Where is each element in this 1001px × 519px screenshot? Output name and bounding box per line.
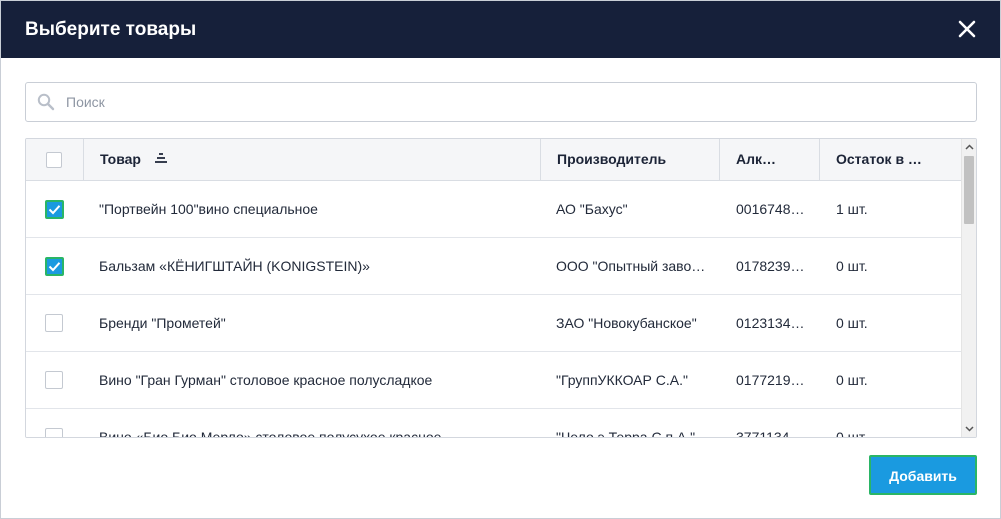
dialog-title: Выберите товары bbox=[25, 19, 197, 40]
products-table: Товар Производитель Алк… Остаток в … "По… bbox=[25, 138, 977, 438]
row-checkbox[interactable] bbox=[45, 428, 63, 437]
column-header-product-label: Товар bbox=[100, 151, 141, 167]
row-manufacturer: ООО "Опытный заво… bbox=[556, 258, 706, 274]
scrollbar-thumb[interactable] bbox=[964, 156, 974, 224]
column-header-manufacturer[interactable]: Производитель bbox=[540, 139, 720, 180]
scroll-down-icon[interactable] bbox=[965, 424, 974, 433]
row-stock: 1 шт. bbox=[836, 201, 868, 217]
row-alc-code: 0177219… bbox=[736, 372, 805, 388]
add-button[interactable]: Добавить bbox=[869, 455, 977, 495]
row-product-name: Вино «Био Био Мерло» столовое полусухое … bbox=[99, 429, 442, 437]
row-manufacturer: ЗАО "Новокубанское" bbox=[556, 315, 697, 331]
search-box[interactable] bbox=[25, 82, 977, 122]
column-header-product[interactable]: Товар bbox=[83, 139, 541, 180]
table-row[interactable]: Бальзам «КЁНИГШТАЙН (KONIGSTEIN)» ООО "Оп… bbox=[26, 238, 961, 295]
search-icon bbox=[37, 93, 55, 111]
row-stock: 0 шт. bbox=[836, 258, 868, 274]
row-product-name: "Портвейн 100"вино специальное bbox=[99, 201, 318, 217]
table-scrollbar[interactable] bbox=[961, 139, 976, 437]
row-alc-code: 0016748… bbox=[736, 201, 805, 217]
table-header: Товар Производитель Алк… Остаток в … bbox=[26, 139, 961, 181]
row-alc-code: 3771134… bbox=[736, 429, 804, 437]
table-body: "Портвейн 100"вино специальное АО "Бахус"… bbox=[26, 181, 961, 437]
row-product-name: Вино "Гран Гурман" столовое красное полу… bbox=[99, 372, 433, 388]
row-manufacturer: "Чело э Терра С.п.А." bbox=[556, 429, 696, 437]
column-header-stock[interactable]: Остаток в … bbox=[819, 139, 961, 180]
close-button[interactable] bbox=[956, 18, 978, 40]
select-products-dialog: Выберите товары Товар Производитель bbox=[0, 0, 1001, 519]
row-checkbox[interactable] bbox=[45, 200, 64, 219]
row-alc-code: 0123134… bbox=[736, 315, 805, 331]
checkmark-icon bbox=[48, 262, 61, 272]
table-row[interactable]: Вино «Био Био Мерло» столовое полусухое … bbox=[26, 409, 961, 437]
table-row[interactable]: Бренди "Прометей" ЗАО "Новокубанское" 0123… bbox=[26, 295, 961, 352]
scroll-up-icon[interactable] bbox=[965, 143, 974, 152]
row-stock: 0 шт. bbox=[836, 429, 868, 437]
select-all-checkbox[interactable] bbox=[46, 152, 62, 168]
table-row[interactable]: Вино "Гран Гурман" столовое красное полу… bbox=[26, 352, 961, 409]
row-checkbox[interactable] bbox=[45, 257, 64, 276]
row-checkbox[interactable] bbox=[45, 371, 63, 389]
row-checkbox[interactable] bbox=[45, 314, 63, 332]
select-all-cell bbox=[26, 139, 83, 180]
sort-icon[interactable] bbox=[153, 152, 169, 166]
row-manufacturer: "ГруппУККОАР С.А." bbox=[556, 372, 688, 388]
search-input[interactable] bbox=[66, 91, 946, 113]
table-row[interactable]: "Портвейн 100"вино специальное АО "Бахус"… bbox=[26, 181, 961, 238]
row-stock: 0 шт. bbox=[836, 315, 868, 331]
row-alc-code: 0178239… bbox=[736, 258, 805, 274]
column-header-alc[interactable]: Алк… bbox=[719, 139, 820, 180]
row-stock: 0 шт. bbox=[836, 372, 868, 388]
dialog-header: Выберите товары bbox=[1, 1, 1000, 58]
row-product-name: Бренди "Прометей" bbox=[99, 315, 226, 331]
row-product-name: Бальзам «КЁНИГШТАЙН (KONIGSTEIN)» bbox=[99, 258, 370, 274]
checkmark-icon bbox=[48, 205, 61, 215]
row-manufacturer: АО "Бахус" bbox=[556, 201, 628, 217]
close-icon bbox=[958, 20, 976, 38]
